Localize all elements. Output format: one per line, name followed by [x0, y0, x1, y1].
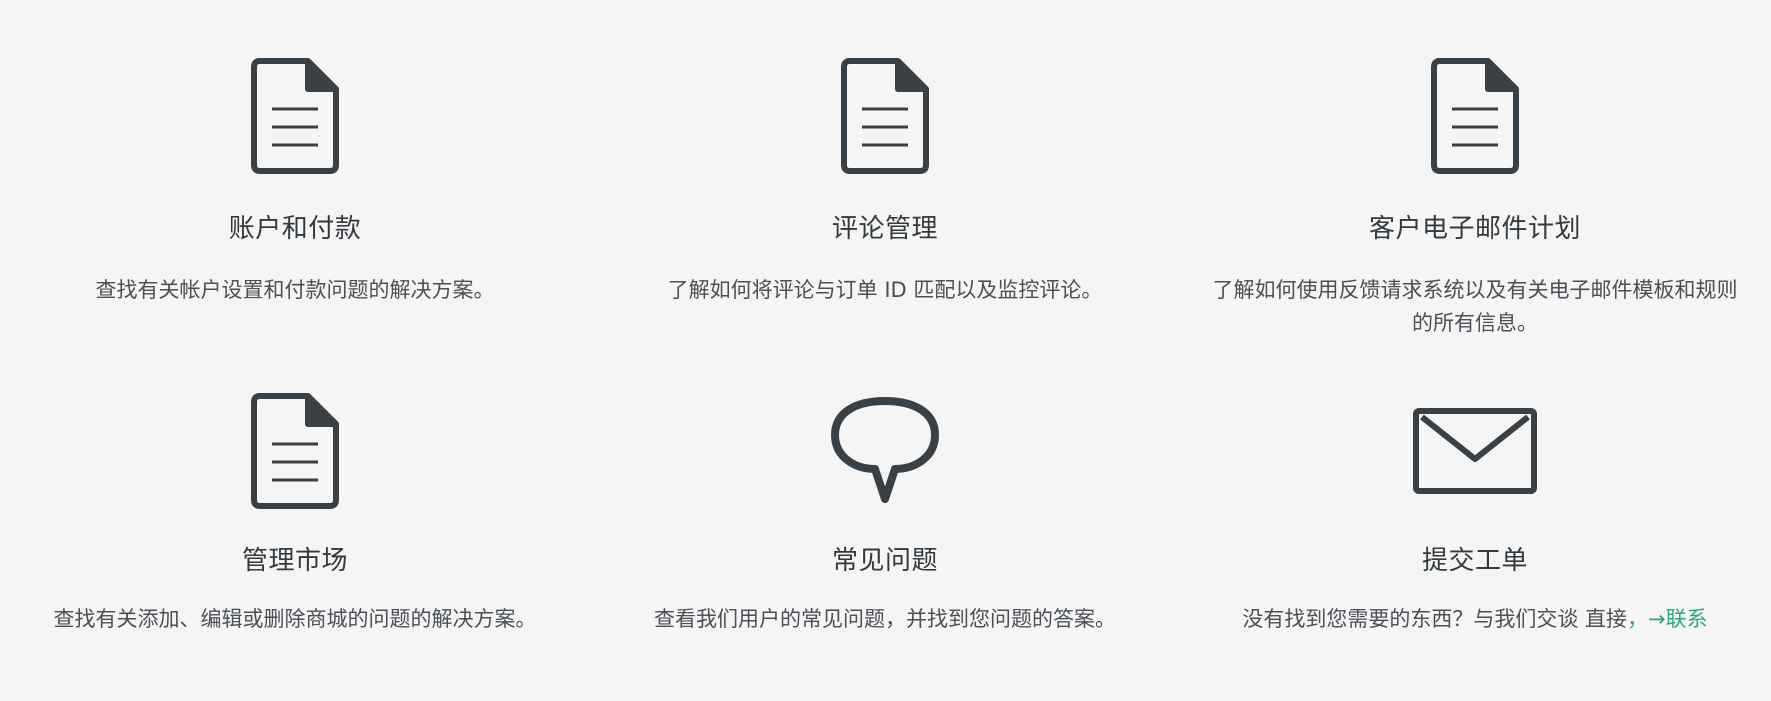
document-icon — [1180, 56, 1770, 176]
card-title: 提交工单 — [1421, 546, 1528, 576]
card-submit-ticket[interactable]: 提交工单 没有找到您需要的东西？与我们交谈 直接，→联系 — [1180, 333, 1770, 636]
document-icon — [590, 56, 1180, 176]
card-title: 评论管理 — [831, 214, 938, 244]
card-description: 查看我们用户的常见问题，并找到您问题的答案。 — [654, 607, 1116, 631]
card-title: 常见问题 — [831, 546, 938, 576]
help-topics-grid: 账户和付款 查找有关帐户设置和付款问题的解决方案。 评论管理 了解如何将评论与订… — [0, 0, 1771, 701]
card-title: 管理市场 — [241, 546, 348, 576]
document-icon — [0, 56, 590, 176]
card-customer-email-program[interactable]: 客户电子邮件计划 了解如何使用反馈请求系统以及有关电子邮件模板和规则的所有信息。 — [1180, 0, 1770, 340]
card-review-management[interactable]: 评论管理 了解如何将评论与订单 ID 匹配以及监控评论。 — [590, 0, 1180, 307]
card-description: 了解如何将评论与订单 ID 匹配以及监控评论。 — [667, 278, 1103, 302]
card-title: 账户和付款 — [228, 214, 362, 244]
card-account-payment[interactable]: 账户和付款 查找有关帐户设置和付款问题的解决方案。 — [0, 0, 590, 307]
card-description: 了解如何使用反馈请求系统以及有关电子邮件模板和规则的所有信息。 — [1212, 278, 1738, 335]
card-manage-marketplace[interactable]: 管理市场 查找有关添加、编辑或删除商城的问题的解决方案。 — [0, 333, 590, 636]
card-description: 查找有关帐户设置和付款问题的解决方案。 — [95, 278, 495, 302]
card-description-text: 没有找到您需要的东西？与我们交谈 直接 — [1242, 607, 1628, 631]
card-description: 没有找到您需要的东西？与我们交谈 直接，→联系 — [1205, 603, 1745, 636]
card-title: 客户电子邮件计划 — [1368, 214, 1581, 244]
envelope-icon — [1180, 391, 1770, 511]
contact-link[interactable]: ，→联系 — [1627, 607, 1708, 631]
card-faq[interactable]: 常见问题 查看我们用户的常见问题，并找到您问题的答案。 — [590, 333, 1180, 636]
document-icon — [0, 391, 590, 511]
speech-bubble-icon — [590, 391, 1180, 511]
card-description: 查找有关添加、编辑或删除商城的问题的解决方案。 — [53, 607, 537, 631]
